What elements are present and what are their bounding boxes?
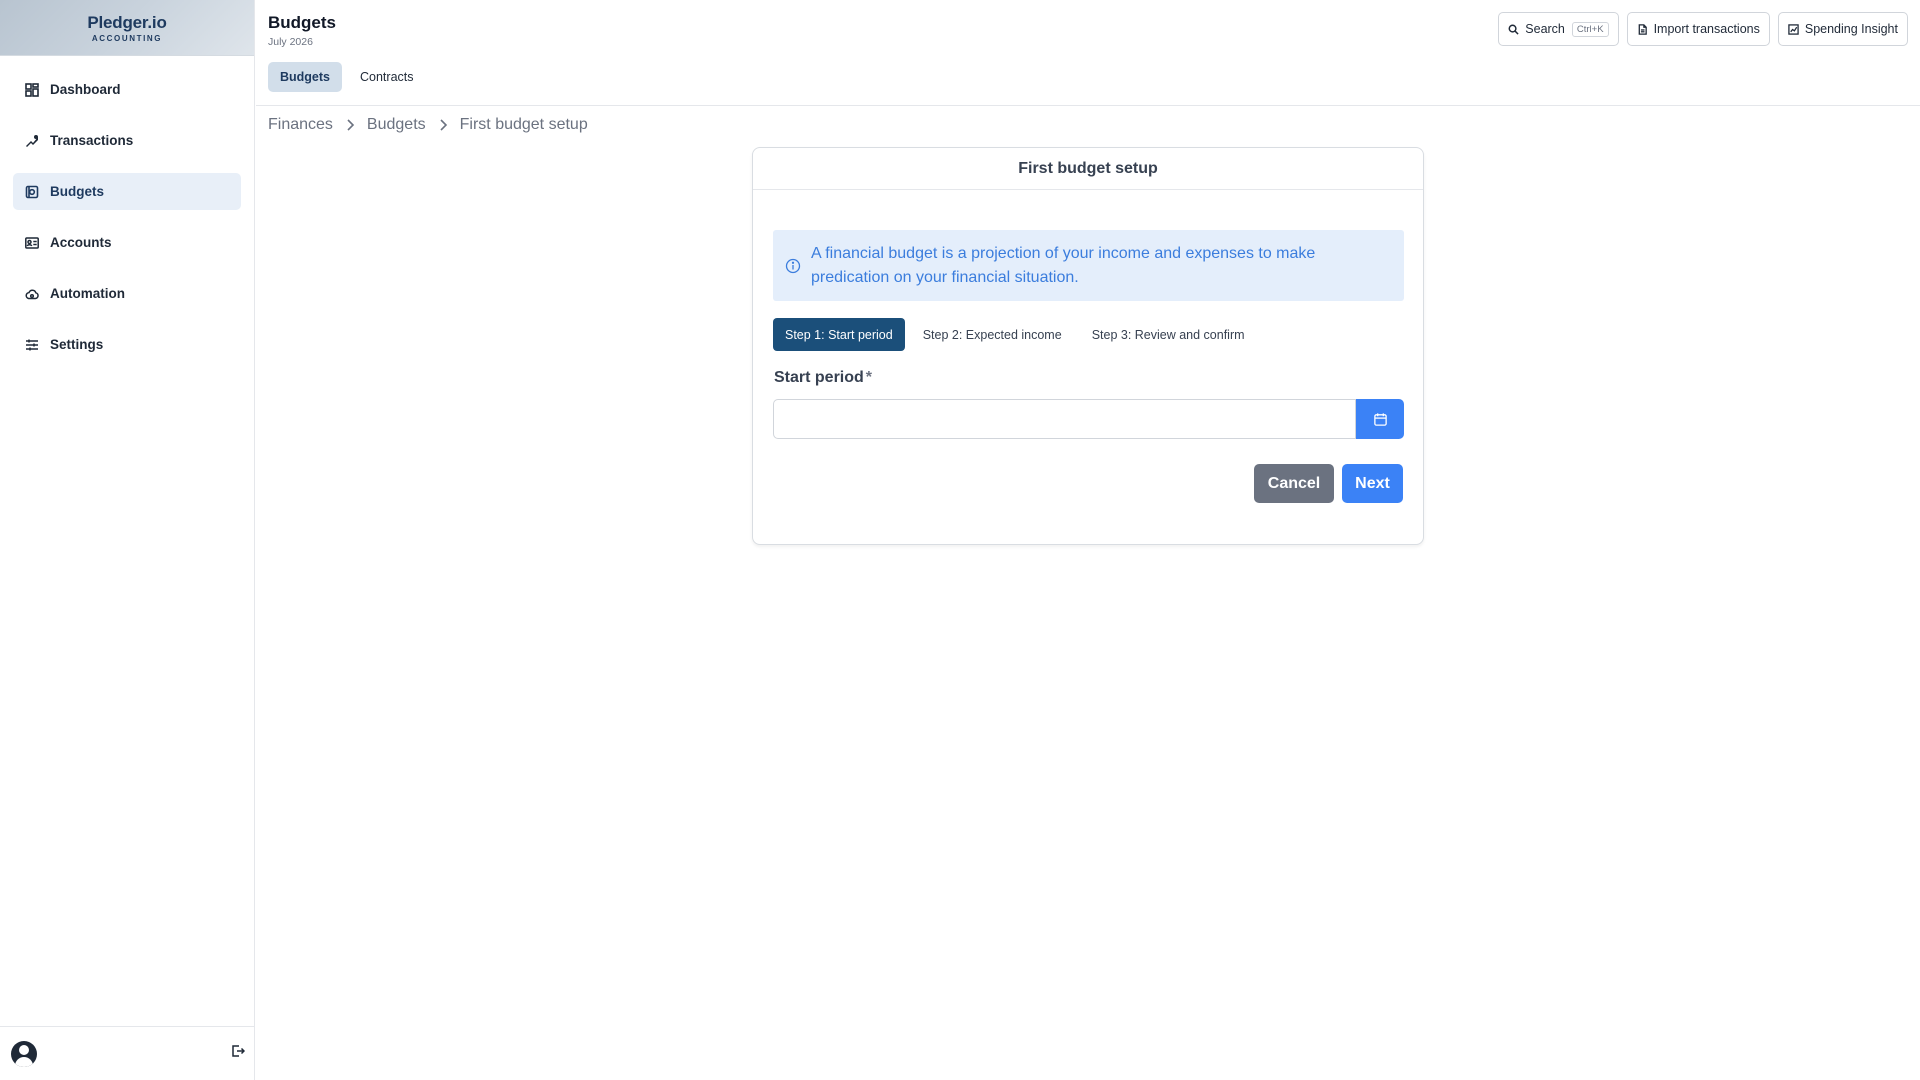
sidebar-item-automation[interactable]: Automation — [13, 275, 241, 312]
spending-insight-button[interactable]: Spending Insight — [1777, 12, 1908, 46]
spending-insight-label: Spending Insight — [1804, 22, 1898, 36]
wizard-steps: Step 1: Start period Step 2: Expected in… — [773, 318, 1257, 351]
search-label: Search — [1525, 22, 1565, 36]
budgets-icon — [25, 185, 39, 199]
breadcrumb-finances[interactable]: Finances — [268, 116, 333, 134]
search-icon — [1508, 24, 1519, 35]
page-header: Budgets July 2026 Budgets Contracts Sear… — [256, 0, 1920, 106]
avatar[interactable] — [11, 1040, 37, 1067]
sidebar-item-accounts[interactable]: Accounts — [13, 224, 241, 261]
search-button[interactable]: Search Ctrl+K — [1498, 12, 1619, 46]
header-actions: Search Ctrl+K Import transactions Spendi… — [1498, 12, 1908, 46]
sidebar-footer — [0, 1026, 254, 1080]
search-shortcut: Ctrl+K — [1571, 21, 1609, 37]
transactions-icon — [25, 134, 39, 148]
tab-contracts[interactable]: Contracts — [348, 62, 426, 92]
sidebar-item-budgets[interactable]: Budgets — [13, 173, 241, 210]
automation-icon — [25, 287, 39, 301]
dashboard-icon — [25, 82, 39, 97]
card-actions: Cancel Next — [1254, 464, 1403, 503]
next-button[interactable]: Next — [1342, 464, 1403, 503]
page-title: Budgets — [268, 13, 336, 32]
start-period-field — [773, 399, 1404, 439]
sidebar-item-label: Settings — [50, 337, 104, 352]
sidebar-item-label: Automation — [50, 286, 125, 301]
accounts-icon — [25, 236, 39, 250]
breadcrumb-budgets[interactable]: Budgets — [367, 116, 426, 134]
breadcrumb: Finances Budgets First budget setup — [268, 116, 588, 134]
step-start-period[interactable]: Step 1: Start period — [773, 318, 905, 351]
brand-subtitle: ACCOUNTING — [91, 33, 163, 43]
sidebar-item-label: Accounts — [50, 235, 112, 250]
card-title: First budget setup — [753, 148, 1423, 190]
brand-name: Pledger.io — [87, 12, 167, 32]
start-period-label-text: Start period — [774, 369, 864, 386]
budget-setup-card: First budget setup A financial budget is… — [752, 147, 1424, 545]
import-transactions-label: Import transactions — [1653, 22, 1760, 36]
required-mark: * — [865, 369, 873, 386]
file-icon — [1638, 23, 1647, 35]
calendar-icon — [1373, 412, 1387, 426]
sidebar-item-label: Transactions — [50, 133, 134, 148]
step-expected-income[interactable]: Step 2: Expected income — [911, 318, 1074, 351]
sidebar-item-settings[interactable]: Settings — [13, 326, 241, 363]
start-period-label: Start period * — [774, 369, 872, 387]
logout-icon[interactable] — [231, 1044, 246, 1063]
info-text: A financial budget is a projection of yo… — [811, 244, 1316, 286]
info-icon — [785, 258, 801, 274]
chart-icon — [1788, 23, 1799, 35]
sidebar-nav: Dashboard Transactions Budgets Accounts … — [0, 56, 254, 392]
start-period-input[interactable] — [773, 399, 1356, 439]
sidebar: Pledger.io ACCOUNTING Dashboard Transact… — [0, 0, 255, 1080]
sidebar-item-label: Dashboard — [50, 82, 121, 97]
chevron-right-icon — [345, 118, 355, 132]
sidebar-item-label: Budgets — [50, 184, 104, 199]
tab-budgets[interactable]: Budgets — [268, 62, 342, 92]
calendar-button[interactable] — [1356, 399, 1404, 439]
chevron-right-icon — [438, 118, 448, 132]
brand-logo[interactable]: Pledger.io ACCOUNTING — [0, 0, 254, 56]
page-tabs: Budgets Contracts — [268, 62, 426, 92]
sidebar-item-transactions[interactable]: Transactions — [13, 122, 241, 159]
breadcrumb-current: First budget setup — [459, 116, 588, 133]
info-message: A financial budget is a projection of yo… — [773, 230, 1404, 301]
cancel-button[interactable]: Cancel — [1254, 464, 1334, 503]
import-transactions-button[interactable]: Import transactions — [1626, 12, 1770, 46]
page-subtitle: July 2026 — [268, 36, 313, 48]
sidebar-item-dashboard[interactable]: Dashboard — [13, 71, 241, 108]
step-review-confirm[interactable]: Step 3: Review and confirm — [1080, 318, 1257, 351]
settings-icon — [25, 338, 39, 352]
